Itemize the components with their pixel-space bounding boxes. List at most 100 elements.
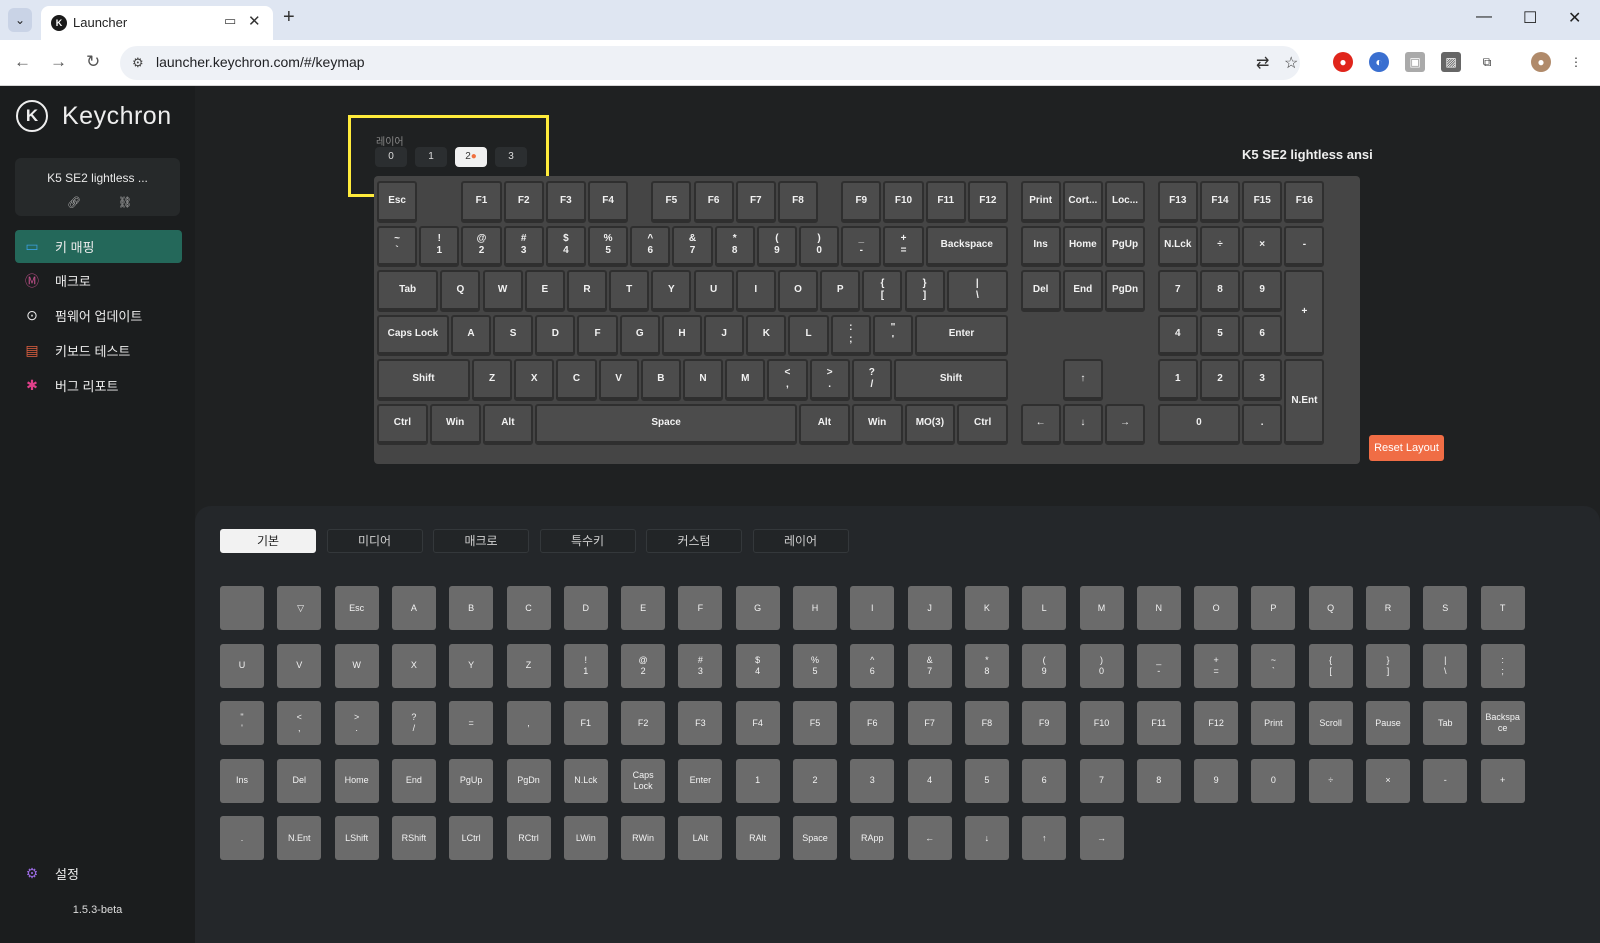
keyboard-key[interactable]: . [1242, 403, 1283, 445]
keyboard-key[interactable]: + [1284, 270, 1325, 356]
keycode-button[interactable]: RShift [391, 816, 436, 860]
keycode-button[interactable]: ← [907, 816, 952, 860]
keycode-button[interactable]: RWin [621, 816, 666, 860]
keyboard-key[interactable]: F10 [883, 181, 924, 223]
keyboard-key[interactable]: Y [651, 270, 692, 312]
keyboard-key[interactable]: K [746, 314, 787, 356]
keycode-button[interactable]: ? / [391, 701, 436, 745]
keycode-button[interactable]: F10 [1079, 701, 1124, 745]
keyboard-key[interactable]: Win [851, 403, 903, 445]
keyboard-key[interactable]: PgDn [1104, 270, 1146, 312]
extension-adblock-icon[interactable]: ● [1333, 52, 1353, 72]
keycode-button[interactable]: } ] [1366, 643, 1410, 688]
keyboard-key[interactable]: ÷ [1199, 225, 1241, 267]
keycode-button[interactable]: PgUp [449, 758, 494, 803]
keycode-button[interactable]: 1 [735, 758, 780, 803]
close-window-icon[interactable]: ✕ [1568, 8, 1581, 28]
keycode-button[interactable]: ! 1 [563, 643, 608, 688]
translate-icon[interactable]: ⇄ [1256, 53, 1269, 73]
keyboard-key[interactable]: Space [535, 403, 797, 445]
browser-tab[interactable]: K Launcher ▭ ✕ [41, 6, 273, 40]
forward-icon[interactable]: → [50, 52, 67, 72]
keyboard-key[interactable]: P [820, 270, 861, 312]
keyboard-key[interactable]: Caps Lock [377, 314, 449, 356]
extensions-puzzle-icon[interactable]: ⧉ [1477, 52, 1497, 72]
keyboard-key[interactable]: H [661, 314, 703, 356]
keyboard-key[interactable]: F12 [967, 181, 1008, 223]
keycode-button[interactable]: ) 0 [1079, 643, 1124, 688]
address-bar[interactable]: ⚙ launcher.keychron.com/#/keymap ⇄ ☆ [120, 46, 1300, 80]
keycode-button[interactable]: { [ [1308, 643, 1353, 688]
keyboard-key[interactable]: Z [471, 359, 513, 401]
keycode-button[interactable]: LAlt [678, 816, 723, 860]
keycode-button[interactable]: Q [1308, 586, 1353, 630]
keyboard-key[interactable]: PgUp [1104, 225, 1146, 267]
menu-macro[interactable]: Ⓜ 매크로 [15, 264, 182, 297]
layer-button-2[interactable]: 2● [455, 147, 487, 167]
keyboard-key[interactable]: D [535, 314, 576, 356]
keyboard-key[interactable]: Cort... [1062, 181, 1103, 223]
keyboard-key[interactable]: M [725, 359, 766, 401]
keyboard-key[interactable]: 7 [1157, 270, 1198, 312]
keyboard-key[interactable]: ↓ [1062, 403, 1103, 445]
keycode-button[interactable]: L [1022, 586, 1067, 630]
keycode-button[interactable]: > . [334, 701, 379, 745]
keyboard-key[interactable]: X [514, 359, 555, 401]
keyboard-key[interactable]: Ins [1020, 225, 1061, 267]
keycode-button[interactable]: F11 [1136, 701, 1181, 745]
keycode-button[interactable]: 3 [850, 758, 895, 803]
keyboard-key[interactable]: N [682, 359, 724, 401]
keycode-button[interactable]: : ; [1480, 643, 1525, 688]
extension-globe-icon[interactable]: ◐ [1369, 52, 1389, 72]
keyboard-key[interactable]: F3 [545, 181, 586, 223]
keycode-button[interactable]: W [334, 643, 379, 688]
keycode-button[interactable]: ÷ [1308, 758, 1353, 803]
keycode-button[interactable]: < , [277, 701, 322, 745]
keycode-button[interactable]: RAlt [735, 816, 780, 860]
keyboard-key[interactable]: Ctrl [957, 403, 1008, 445]
keycode-button[interactable]: = [449, 701, 494, 745]
keyboard-key[interactable]: MO(3) [904, 403, 956, 445]
keycode-button[interactable]: Enter [678, 758, 723, 803]
keycode-button[interactable]: - [1423, 758, 1468, 803]
keyboard-key[interactable]: Loc... [1104, 181, 1146, 223]
keyboard-key[interactable]: W [482, 270, 523, 312]
reload-icon[interactable]: ↻ [86, 52, 100, 72]
keyboard-key[interactable]: Del [1020, 270, 1061, 312]
keyboard-key[interactable]: ^ 6 [630, 225, 671, 267]
keyboard-key[interactable]: F14 [1199, 181, 1241, 223]
keyboard-key[interactable]: F2 [503, 181, 544, 223]
site-info-icon[interactable]: ⚙ [132, 55, 144, 71]
menu-firmware[interactable]: ⊙ 펌웨어 업데이트 [15, 299, 182, 332]
keycode-button[interactable]: Tab [1423, 701, 1468, 745]
keyboard-key[interactable]: Tab [377, 270, 439, 312]
keycode-button[interactable]: F5 [793, 701, 837, 745]
keycode-button[interactable]: . [220, 816, 264, 860]
keycode-button[interactable]: + = [1194, 643, 1239, 688]
keyboard-key[interactable]: Q [440, 270, 481, 312]
keycode-button[interactable]: J [907, 586, 952, 630]
keyboard-key[interactable]: B [640, 359, 681, 401]
keycode-button[interactable]: % 5 [793, 643, 837, 688]
keyboard-key[interactable]: Shift [893, 359, 1008, 401]
keycode-button[interactable]: Scroll [1308, 701, 1353, 745]
keycode-button[interactable]: U [220, 643, 264, 688]
keyboard-key[interactable]: F4 [588, 181, 629, 223]
keyboard-key[interactable]: - [1284, 225, 1325, 267]
link-icon[interactable]: 🔗︎ [67, 196, 81, 209]
keyboard-key[interactable]: Win [429, 403, 481, 445]
category-tab[interactable]: 레이어 [752, 529, 849, 553]
keycode-button[interactable]: 2 [793, 758, 837, 803]
layer-button-0[interactable]: 0 [375, 147, 407, 167]
keyboard-key[interactable]: → [1104, 403, 1146, 445]
menu-keyboard-test[interactable]: ▤ 키보드 테스트 [15, 334, 182, 367]
keycode-button[interactable]: $ 4 [735, 643, 780, 688]
keyboard-key[interactable]: : ; [830, 314, 871, 356]
keyboard-key[interactable]: E [524, 270, 565, 312]
keycode-button[interactable]: | \ [1423, 643, 1468, 688]
category-tab[interactable]: 기본 [220, 529, 316, 553]
keycode-button[interactable]: RCtrl [506, 816, 551, 860]
keycode-button[interactable]: * 8 [964, 643, 1009, 688]
keycode-button[interactable]: Z [506, 643, 551, 688]
keycode-button[interactable]: " ' [220, 701, 264, 745]
